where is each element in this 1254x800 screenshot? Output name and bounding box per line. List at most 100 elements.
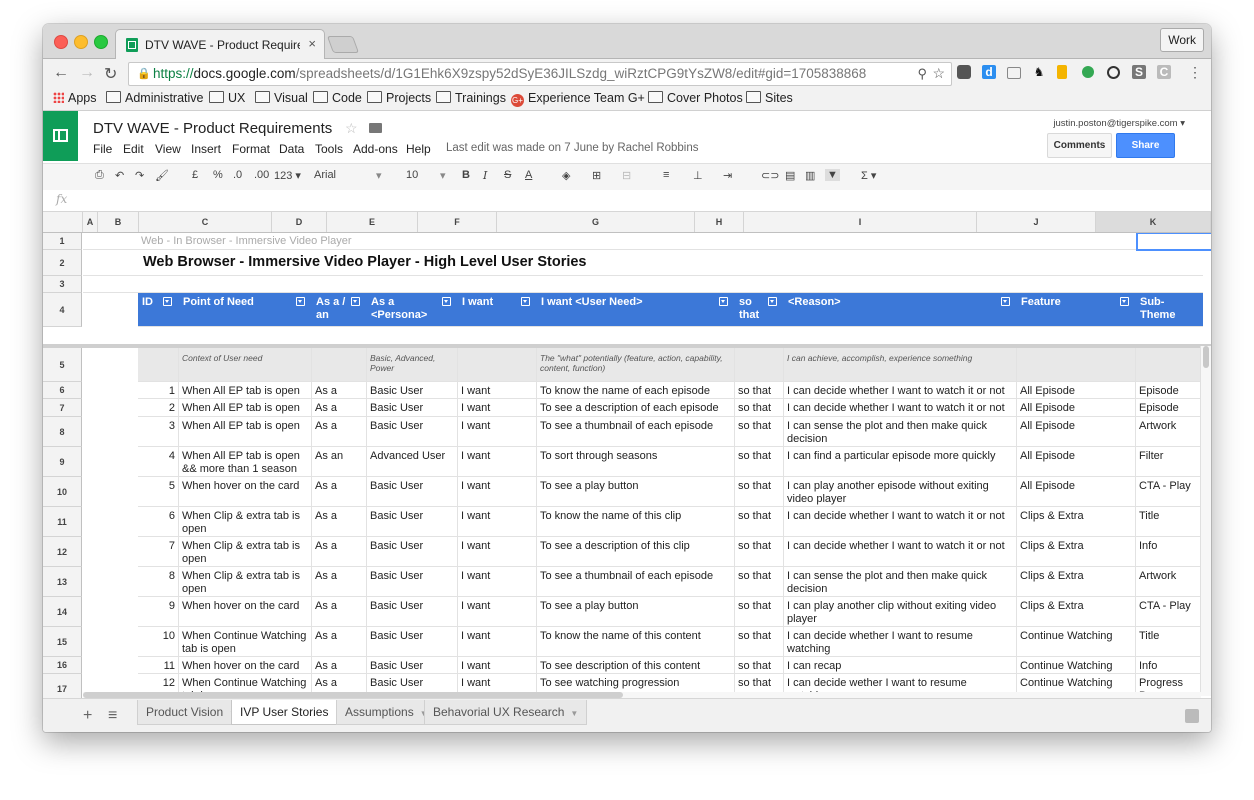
cell-user-need[interactable]: To see a thumbnail of each episode [537,567,735,596]
column-header-j[interactable]: J [977,212,1096,232]
cell-so-that[interactable]: so that [735,567,784,596]
header-as-a[interactable]: As a / an [312,293,367,326]
redo-icon[interactable]: ↷ [135,169,144,182]
dashlane-extension-icon[interactable]: d [982,65,996,79]
cell-point-of-need[interactable]: When Continue Watching tab is open [179,627,312,656]
insert-chart-icon[interactable]: ▥ [805,169,815,182]
scroll-thumb[interactable] [1203,346,1209,368]
chevron-down-icon[interactable]: ▼ [570,709,578,718]
filter-dropdown-icon[interactable] [521,297,530,306]
cell-as-a[interactable]: As a [312,597,367,626]
context-cell[interactable] [312,348,367,381]
cell-sub-theme[interactable]: Title [1136,507,1203,536]
cell-point-of-need[interactable]: When Continue Watching tab is open [179,674,312,693]
forward-icon[interactable]: → [79,64,95,82]
cell-so-that[interactable]: so that [735,657,784,673]
cell-persona[interactable]: Basic User [367,399,458,416]
header-feature[interactable]: Feature [1017,293,1136,326]
share-button[interactable]: Share [1116,133,1175,158]
cell-as-a[interactable]: As a [312,399,367,416]
bookmark-cover-photos[interactable]: Cover Photos [648,91,743,105]
column-header-f[interactable]: F [418,212,497,232]
context-persona[interactable]: Basic, Advanced, Power [367,348,458,381]
context-reason[interactable]: I can achieve, accomplish, experience so… [784,348,1017,381]
cell-persona[interactable]: Basic User [367,597,458,626]
cell-sub-theme[interactable]: Title [1136,627,1203,656]
highlighter-extension-icon[interactable] [1057,65,1067,79]
cell-persona[interactable]: Basic User [367,382,458,398]
bookmark-code[interactable]: Code [313,91,362,105]
menu-edit[interactable]: Edit [123,142,144,156]
currency-format-button[interactable]: £ [192,169,198,181]
comments-button[interactable]: Comments [1047,133,1112,158]
cell-user-need[interactable]: To see a play button [537,597,735,626]
cell-i-want[interactable]: I want [458,399,537,416]
sheet-title[interactable]: Web Browser - Immersive Video Player - H… [140,250,840,275]
address-bar[interactable]: 🔒 https://docs.google.com/spreadsheets/d… [128,62,952,86]
bookmark-projects[interactable]: Projects [367,91,431,105]
cell-i-want[interactable]: I want [458,627,537,656]
menu-file[interactable]: File [93,142,112,156]
minimize-window-button[interactable] [74,35,88,49]
cell-feature[interactable]: All Episode [1017,382,1136,398]
face-extension-icon[interactable] [1107,66,1120,79]
cell-reason[interactable]: I can play another episode without exiti… [784,477,1017,506]
header-so-that[interactable]: so that [735,293,784,326]
cell-as-a[interactable]: As a [312,382,367,398]
browser-tab[interactable]: DTV WAVE - Product Requirem × [115,29,325,59]
back-icon[interactable]: ← [53,64,69,82]
row-header[interactable]: 13 [43,567,82,597]
sheet-tab-assumptions[interactable]: Assumptions▼ [336,700,437,725]
cell-point-of-need[interactable]: When All EP tab is open [179,399,312,416]
bookmark-visual[interactable]: Visual [255,91,308,105]
header-persona[interactable]: As a <Persona> [367,293,458,326]
all-sheets-button[interactable]: ≡ [108,707,117,725]
column-header-d[interactable]: D [272,212,327,232]
cell-point-of-need[interactable]: When hover on the card [179,657,312,673]
cell-feature[interactable]: All Episode [1017,399,1136,416]
cell-reason[interactable]: I can decide whether I want to resume wa… [784,627,1017,656]
menu-data[interactable]: Data [279,142,304,156]
cell-feature[interactable]: Clips & Extra [1017,597,1136,626]
bookmark-trainings[interactable]: Trainings [436,91,506,105]
row-header[interactable]: 7 [43,399,82,417]
cell-sub-theme[interactable]: Artwork [1136,417,1203,446]
cell-reason[interactable]: I can play another clip without exiting … [784,597,1017,626]
cell-user-need[interactable]: To know the name of this content [537,627,735,656]
cell-i-want[interactable]: I want [458,507,537,536]
row-header[interactable]: 5 [43,348,82,382]
row-header[interactable]: 12 [43,537,82,567]
cell-as-a[interactable]: As a [312,567,367,596]
cell-reason[interactable]: I can decide whether I want to watch it … [784,399,1017,416]
cell-user-need[interactable]: To sort through seasons [537,447,735,476]
bookmark-sites[interactable]: Sites [746,91,793,105]
filter-dropdown-icon[interactable] [1120,297,1129,306]
cell-id[interactable]: 6 [138,507,179,536]
paint-format-icon[interactable]: 🖌 [155,169,169,182]
cell-so-that[interactable]: so that [735,597,784,626]
cell-i-want[interactable]: I want [458,477,537,506]
cell-point-of-need[interactable]: When hover on the card [179,597,312,626]
s-extension-icon[interactable]: S [1132,65,1146,79]
row-header[interactable]: 8 [43,417,82,447]
bookmark-ux[interactable]: UX [209,91,245,105]
cell-reason[interactable]: I can decide whether I want to watch it … [784,382,1017,398]
cell-feature[interactable]: Continue Watching [1017,674,1136,693]
cell-id[interactable]: 12 [138,674,179,693]
cell-as-a[interactable]: As a [312,537,367,566]
zoom-icon[interactable]: ⚲ [917,66,927,82]
cell-id[interactable]: 10 [138,627,179,656]
cell-user-need[interactable]: To see a thumbnail of each episode [537,417,735,446]
vertical-align-icon[interactable]: ⊥ [693,169,703,182]
cell-i-want[interactable]: I want [458,657,537,673]
context-cell[interactable] [458,348,537,381]
cell-user-need[interactable]: To see description of this content [537,657,735,673]
cell-id[interactable]: 7 [138,537,179,566]
cell-feature[interactable]: Continue Watching [1017,657,1136,673]
cell-i-want[interactable]: I want [458,537,537,566]
star-icon[interactable]: ☆ [345,120,358,137]
header-id[interactable]: ID [138,293,179,326]
row-header[interactable]: 6 [43,382,82,399]
cell-user-need[interactable]: To see a description of this clip [537,537,735,566]
bookmark-administrative[interactable]: Administrative [106,91,204,105]
